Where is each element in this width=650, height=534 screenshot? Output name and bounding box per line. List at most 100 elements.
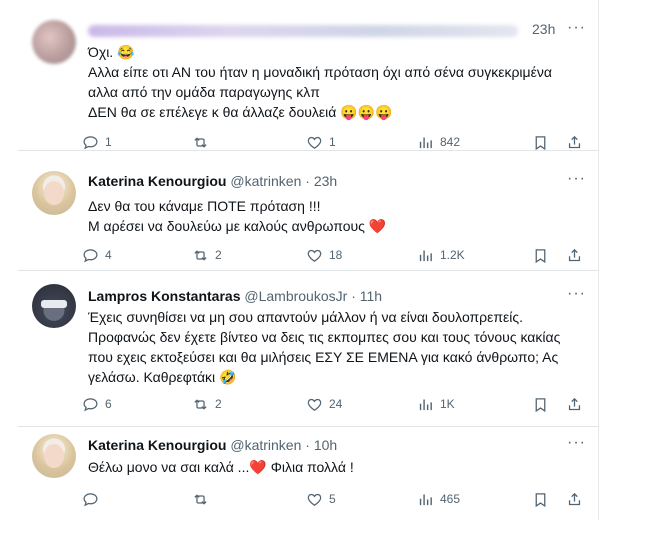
tweet-time[interactable]: 11h bbox=[360, 288, 382, 304]
tweet-line: ΔΕΝ θα σε επέλεγε κ θα άλλαζε δουλειά 😛😛… bbox=[88, 104, 393, 120]
author-handle[interactable]: @katrinken bbox=[230, 173, 301, 189]
views-button[interactable]: 1K bbox=[417, 394, 455, 414]
tweet-line: Έχεις συνηθίσει να μη σου απαντούν μάλλο… bbox=[88, 309, 524, 325]
reply-icon bbox=[83, 492, 98, 506]
tweet-1[interactable]: 23h ··· Όχι. 😂 Αλλα είπε οτι ΑΝ του ήταν… bbox=[18, 0, 598, 151]
views-button[interactable]: 1.2K bbox=[417, 245, 465, 265]
tweet-4[interactable]: Katerina Kenourgiou @katrinken · 10h ···… bbox=[18, 426, 598, 520]
reply-count: 6 bbox=[105, 397, 112, 411]
retweet-icon bbox=[194, 398, 207, 410]
tweet-text: Όχι. 😂 Αλλα είπε οτι ΑΝ του ήταν η μοναδ… bbox=[88, 42, 568, 122]
views-button[interactable]: 465 bbox=[417, 489, 460, 509]
like-icon bbox=[307, 493, 322, 506]
like-icon bbox=[307, 136, 322, 149]
views-count: 1K bbox=[440, 397, 455, 411]
views-icon bbox=[419, 494, 432, 505]
author-name[interactable]: Katerina Kenourgiou bbox=[88, 173, 226, 189]
tweet-line: Μ αρέσει να δουλεύω με καλούς ανθρωπους bbox=[88, 218, 365, 234]
like-button[interactable]: 5 bbox=[306, 489, 336, 509]
like-icon bbox=[307, 398, 322, 411]
tweet-line: αλλα από την ομάδα παραγωγης κλπ bbox=[88, 84, 320, 100]
reply-count: 4 bbox=[105, 248, 112, 262]
retweet-icon bbox=[194, 136, 207, 148]
tweet-text: Δεν θα του κάναμε ΠΟΤΕ πρόταση !!! Μ αρέ… bbox=[88, 196, 568, 236]
more-icon[interactable]: ··· bbox=[567, 285, 586, 303]
heart-emoji: ❤️ bbox=[249, 459, 267, 475]
avatar[interactable] bbox=[32, 284, 76, 328]
separator-dot: · bbox=[305, 437, 310, 453]
tweet-time[interactable]: 10h bbox=[314, 437, 337, 453]
share-button[interactable] bbox=[566, 245, 583, 265]
share-button[interactable] bbox=[566, 489, 583, 509]
tweet-line: Προφανώς δεν έχετε βίντεο να δεις τις εκ… bbox=[88, 329, 561, 345]
bookmark-icon bbox=[535, 492, 546, 507]
tweet-time[interactable]: 23h bbox=[532, 21, 555, 37]
bookmark-button[interactable] bbox=[532, 132, 549, 152]
retweet-button[interactable]: 2 bbox=[192, 394, 222, 414]
tweet-header bbox=[88, 21, 518, 39]
like-count: 5 bbox=[329, 492, 336, 506]
separator-dot: · bbox=[351, 288, 356, 304]
tweet-line: που εχεις εκτοξεύσει και θα μιλήσεις ΕΣΥ… bbox=[88, 349, 559, 365]
tweet-time[interactable]: 23h bbox=[314, 173, 337, 189]
retweet-button[interactable] bbox=[192, 489, 215, 509]
tweet-line: Δεν θα του κάναμε ΠΟΤΕ πρόταση !!! bbox=[88, 198, 321, 214]
reply-icon bbox=[83, 135, 98, 149]
separator-dot: · bbox=[305, 173, 310, 189]
reply-button[interactable]: 4 bbox=[82, 245, 112, 265]
share-icon bbox=[568, 397, 581, 410]
reply-button[interactable]: 6 bbox=[82, 394, 112, 414]
reply-button[interactable]: 1 bbox=[82, 132, 112, 152]
more-icon[interactable]: ··· bbox=[567, 434, 586, 452]
blurred-author bbox=[88, 25, 518, 38]
bookmark-button[interactable] bbox=[532, 394, 549, 414]
like-count: 24 bbox=[329, 397, 343, 411]
views-icon bbox=[419, 250, 432, 261]
tweet-actions: 4 2 18 1.2K bbox=[82, 245, 582, 265]
more-icon[interactable]: ··· bbox=[567, 19, 586, 37]
author-handle[interactable]: @LambroukosJr bbox=[244, 288, 347, 304]
tweet-line: γελάσω. Καθρεφτάκι 🤣 bbox=[88, 369, 237, 385]
heart-emoji: ❤️ bbox=[368, 218, 387, 234]
reply-icon bbox=[83, 397, 98, 411]
share-icon bbox=[568, 492, 581, 505]
bookmark-icon bbox=[535, 135, 546, 150]
bookmark-button[interactable] bbox=[532, 489, 549, 509]
share-button[interactable] bbox=[566, 132, 583, 152]
like-button[interactable]: 24 bbox=[306, 394, 342, 414]
tweet-actions: 6 2 24 1K bbox=[82, 394, 582, 414]
author-name[interactable]: Katerina Kenourgiou bbox=[88, 437, 226, 453]
bookmark-button[interactable] bbox=[532, 245, 549, 265]
share-icon bbox=[568, 248, 581, 261]
reply-count: 1 bbox=[105, 135, 112, 149]
retweet-count: 2 bbox=[215, 397, 222, 411]
like-button[interactable]: 1 bbox=[306, 132, 336, 152]
tweet-text: Θέλω μονο να σαι καλά ...❤️ Φιλια πολλά … bbox=[88, 457, 568, 477]
retweet-icon bbox=[194, 493, 207, 505]
bookmark-icon bbox=[535, 248, 546, 263]
share-icon bbox=[568, 135, 581, 148]
retweet-button[interactable]: 2 bbox=[192, 245, 222, 265]
avatar[interactable] bbox=[32, 434, 76, 478]
more-icon[interactable]: ··· bbox=[567, 170, 586, 188]
retweet-icon bbox=[194, 249, 207, 261]
author-name[interactable]: Lampros Konstantaras bbox=[88, 288, 240, 304]
views-count: 465 bbox=[440, 492, 461, 506]
retweet-button[interactable] bbox=[192, 132, 215, 152]
tweet-2[interactable]: Katerina Kenourgiou @katrinken · 23h ···… bbox=[18, 160, 598, 271]
avatar[interactable] bbox=[32, 171, 76, 215]
tweet-header: Katerina Kenourgiou @katrinken · 10h bbox=[88, 436, 337, 454]
bookmark-icon bbox=[535, 397, 546, 412]
tweet-3[interactable]: Lampros Konstantaras @LambroukosJr · 11h… bbox=[18, 278, 598, 427]
avatar[interactable] bbox=[32, 20, 76, 64]
like-button[interactable]: 18 bbox=[306, 245, 342, 265]
reply-button[interactable] bbox=[82, 489, 105, 509]
like-count: 1 bbox=[329, 135, 336, 149]
views-icon bbox=[419, 137, 432, 148]
tweet-actions: 5 465 bbox=[82, 489, 582, 509]
retweet-count: 2 bbox=[215, 248, 222, 262]
views-button[interactable]: 842 bbox=[417, 132, 460, 152]
share-button[interactable] bbox=[566, 394, 583, 414]
author-handle[interactable]: @katrinken bbox=[230, 437, 301, 453]
like-count: 18 bbox=[329, 248, 343, 262]
